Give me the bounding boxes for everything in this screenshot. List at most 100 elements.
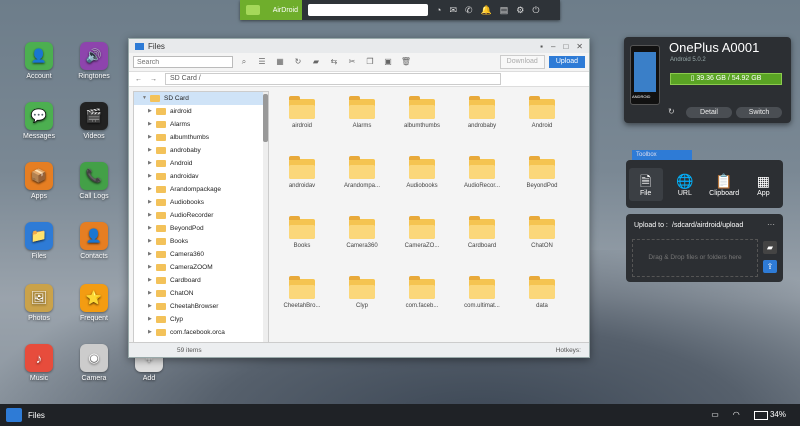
folder-item[interactable]: data — [513, 273, 571, 333]
tree-item[interactable]: ▶ BeyondPod — [134, 222, 268, 235]
tree-item[interactable]: ▶ Books — [134, 235, 268, 248]
folder-item[interactable]: airdroid — [273, 93, 331, 153]
pin-icon[interactable]: ▪ — [540, 42, 543, 51]
switch-button[interactable]: Switch — [736, 107, 782, 118]
folder-item[interactable]: Cardboard — [453, 213, 511, 273]
tree-item[interactable]: ▼ SD Card — [134, 92, 268, 105]
minimize-button[interactable]: – — [551, 42, 555, 51]
delete-icon[interactable]: 🗑 — [399, 56, 413, 68]
tree-item[interactable]: ▶ Cardboard — [134, 274, 268, 287]
folder-item[interactable]: Android — [513, 93, 571, 153]
toolbox-file[interactable]: 🗎 File — [628, 167, 663, 201]
expand-arrow-icon[interactable]: ▶ — [148, 209, 156, 222]
upload-path[interactable]: /sdcard/airdroid/upload — [672, 222, 743, 229]
tree-item[interactable]: ▶ Audiobooks — [134, 196, 268, 209]
screen-icon[interactable]: ▭ — [711, 410, 719, 419]
folder-item[interactable]: Alarms — [333, 93, 391, 153]
tree-item[interactable]: ▶ ChatON — [134, 287, 268, 300]
desktop-apps[interactable]: 📦 Apps — [13, 162, 65, 200]
tree-item[interactable]: ▶ AudioRecorder — [134, 209, 268, 222]
expand-arrow-icon[interactable]: ▶ — [148, 326, 156, 339]
phone-icon[interactable]: ✆ — [465, 5, 473, 16]
desktop-files[interactable]: 📁 Files — [13, 222, 65, 260]
desktop-camera[interactable]: ◉ Camera — [68, 344, 120, 382]
breadcrumb[interactable]: SD Card / — [165, 73, 501, 85]
expand-arrow-icon[interactable]: ▶ — [148, 222, 156, 235]
search-icon[interactable]: ⌕ — [237, 56, 251, 68]
expand-arrow-icon[interactable]: ▶ — [148, 274, 156, 287]
folder-item[interactable]: Clyp — [333, 273, 391, 333]
tree-item[interactable]: ▶ androbaby — [134, 144, 268, 157]
speed-icon[interactable]: ◔ — [436, 5, 441, 15]
detail-button[interactable]: Detail — [686, 107, 732, 118]
expand-arrow-icon[interactable]: ▶ — [148, 183, 156, 196]
tree-scrollbar[interactable] — [263, 92, 268, 346]
folder-item[interactable]: Arandompa... — [333, 153, 391, 213]
folder-item[interactable]: Camera360 — [333, 213, 391, 273]
tree-item[interactable]: ▶ Clyp — [134, 313, 268, 326]
expand-arrow-icon[interactable]: ▼ — [142, 92, 150, 105]
settings-icon[interactable]: ⚙ — [516, 5, 524, 16]
expand-arrow-icon[interactable]: ▶ — [148, 261, 156, 274]
refresh-icon[interactable]: ↻ — [291, 56, 305, 68]
expand-arrow-icon[interactable]: ▶ — [148, 131, 156, 144]
breadcrumb-sd-card[interactable]: SD Card — [170, 75, 197, 82]
notification-icon[interactable]: 🔔 — [481, 5, 492, 16]
window-titlebar[interactable]: Files ▪ – □ ✕ — [129, 39, 589, 53]
forward-icon[interactable]: → — [150, 76, 157, 83]
tree-item[interactable]: ▶ CheetahBrowser — [134, 300, 268, 313]
folder-item[interactable]: BeyondPod — [513, 153, 571, 213]
toolbox-tab[interactable]: Toolbox — [632, 150, 692, 160]
upload-button[interactable]: Upload — [548, 56, 585, 68]
tree-item[interactable]: ▶ Camera360 — [134, 248, 268, 261]
new-folder-icon[interactable]: ▰ — [309, 56, 323, 68]
folder-item[interactable]: com.ultimat... — [453, 273, 511, 333]
top-search-input[interactable] — [308, 4, 428, 16]
file-search-input[interactable] — [133, 56, 233, 68]
desktop-account[interactable]: 👤 Account — [13, 42, 65, 80]
taskbar-files[interactable]: Files — [6, 408, 45, 422]
desktop-ringtones[interactable]: 🔊 Ringtones — [68, 42, 120, 80]
expand-arrow-icon[interactable]: ▶ — [148, 105, 156, 118]
folder-item[interactable]: AudioRecor... — [453, 153, 511, 213]
folder-item[interactable]: albumthumbs — [393, 93, 451, 153]
tree-item[interactable]: ▶ CameraZOOM — [134, 261, 268, 274]
tree-item[interactable]: ▶ Android — [134, 157, 268, 170]
desktop-music[interactable]: ♪ Music — [13, 344, 65, 382]
maximize-button[interactable]: □ — [563, 42, 568, 51]
expand-arrow-icon[interactable]: ▶ — [148, 170, 156, 183]
tree-item[interactable]: ▶ androidav — [134, 170, 268, 183]
folder-item[interactable]: androidav — [273, 153, 331, 213]
tree-item[interactable]: ▶ airdroid — [134, 105, 268, 118]
expand-arrow-icon[interactable]: ▶ — [148, 144, 156, 157]
expand-arrow-icon[interactable]: ▶ — [148, 313, 156, 326]
hotkeys-link[interactable]: Hotkeys: — [556, 347, 581, 354]
tree-item[interactable]: ▶ Arandompackage — [134, 183, 268, 196]
folder-item[interactable]: Books — [273, 213, 331, 273]
expand-arrow-icon[interactable]: ▶ — [148, 157, 156, 170]
download-button[interactable]: Download — [499, 55, 545, 69]
desktop-photos[interactable]: 🖼 Photos — [13, 284, 65, 322]
tree-item[interactable]: ▶ albumthumbs — [134, 131, 268, 144]
upload-file-icon[interactable]: ⇪ — [763, 260, 777, 273]
desktop-videos[interactable]: 🎬 Videos — [68, 102, 120, 140]
airdroid-logo[interactable]: AirDroid — [240, 0, 302, 20]
mail-icon[interactable]: ✉ — [449, 5, 457, 16]
power-icon[interactable]: ⏻ — [532, 5, 539, 16]
cut-icon[interactable]: ✂ — [345, 56, 359, 68]
close-button[interactable]: ✕ — [576, 42, 583, 51]
folder-item[interactable]: com.faceb... — [393, 273, 451, 333]
expand-arrow-icon[interactable]: ▶ — [148, 196, 156, 209]
paste-icon[interactable]: ▣ — [381, 56, 395, 68]
refresh-device-icon[interactable]: ↻ — [668, 107, 675, 116]
folder-item[interactable]: CheetahBro... — [273, 273, 331, 333]
expand-arrow-icon[interactable]: ▶ — [148, 248, 156, 261]
list-view-icon[interactable]: ☰ — [255, 56, 269, 68]
back-icon[interactable]: ← — [135, 76, 142, 83]
folder-item[interactable]: CameraZO... — [393, 213, 451, 273]
toolbox-app[interactable]: ▦ App — [746, 172, 780, 197]
desktop-frequent[interactable]: ⭐ Frequent — [68, 284, 120, 322]
desktop-contacts[interactable]: 👤 Contacts — [68, 222, 120, 260]
book-icon[interactable]: ▤ — [500, 5, 509, 16]
grid-view-icon[interactable]: ▦ — [273, 56, 287, 68]
